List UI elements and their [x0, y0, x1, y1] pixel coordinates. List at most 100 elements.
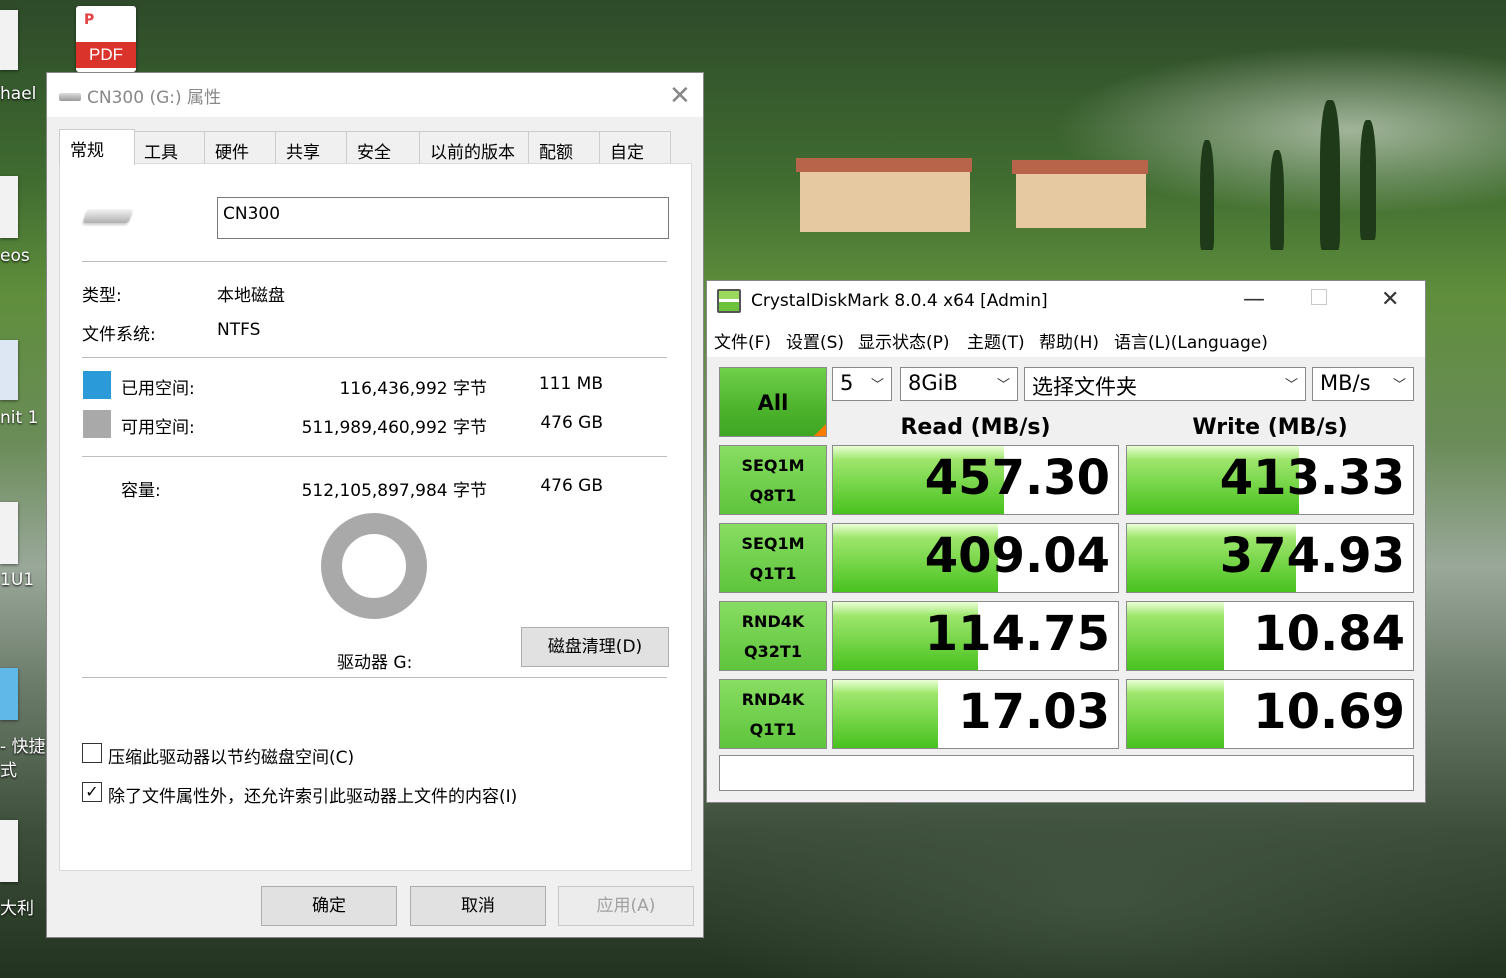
desktop-label[interactable]: - 快捷: [0, 732, 46, 757]
desktop-label[interactable]: hael: [0, 84, 36, 104]
filesystem-value: NTFS: [217, 320, 261, 340]
pdf-label: PDF: [76, 42, 136, 68]
write-result-cell: 413.33: [1126, 445, 1414, 515]
test-params: Q1T1: [749, 564, 797, 583]
run-all-button[interactable]: All: [719, 367, 827, 437]
chevron-down-icon: ﹀: [1284, 378, 1298, 393]
close-icon[interactable]: ✕: [1381, 287, 1399, 312]
properties-dialog: CN300 (G:) 属性 ✕ 工具 硬件 共享 安全 以前的版本 配额 自定义…: [46, 72, 704, 938]
read-result-cell: 17.03: [832, 679, 1119, 749]
desktop-label[interactable]: 大利: [0, 894, 34, 919]
divider: [82, 677, 667, 678]
type-value: 本地磁盘: [217, 286, 285, 306]
test-seq1m-q1t1-button[interactable]: SEQ1M Q1T1: [719, 523, 827, 593]
menu-file[interactable]: 文件(F): [714, 328, 771, 353]
tab-tools[interactable]: 工具: [133, 131, 205, 163]
index-label: 除了文件属性外，还允许索引此驱动器上文件的内容(I): [108, 787, 518, 807]
test-seq1m-q8t1-button[interactable]: SEQ1M Q8T1: [719, 445, 827, 515]
write-value: 10.84: [1253, 606, 1405, 662]
test-rnd4k-q1t1-button[interactable]: RND4K Q1T1: [719, 679, 827, 749]
ok-button[interactable]: 确定: [261, 886, 397, 926]
tab-quota[interactable]: 配额: [528, 131, 600, 163]
tab-previous-versions[interactable]: 以前的版本: [419, 131, 529, 163]
desktop-file-icon[interactable]: [0, 176, 18, 238]
write-result-cell: 10.69: [1126, 679, 1414, 749]
menu-help[interactable]: 帮助(H): [1039, 328, 1099, 353]
read-result-cell: 114.75: [832, 601, 1119, 671]
crystaldiskmark-window: CrystalDiskMark 8.0.4 x64 [Admin] — ✕ 文件…: [706, 280, 1426, 803]
read-value: 17.03: [958, 684, 1110, 740]
filesystem-label: 文件系统:: [82, 325, 156, 345]
read-value: 114.75: [924, 606, 1110, 662]
apply-button[interactable]: 应用(A): [558, 886, 694, 926]
write-result-cell: 10.84: [1126, 601, 1414, 671]
menu-status[interactable]: 显示状态(P): [858, 328, 950, 353]
desktop-label[interactable]: 1U1: [0, 570, 34, 590]
titlebar[interactable]: CrystalDiskMark 8.0.4 x64 [Admin] — ✕: [707, 281, 1425, 321]
test-params: Q8T1: [749, 486, 797, 505]
test-rnd4k-q32t1-button[interactable]: RND4K Q32T1: [719, 601, 827, 671]
maximize-icon[interactable]: [1311, 289, 1327, 305]
menu-language[interactable]: 语言(L)(Language): [1114, 328, 1268, 353]
free-space-bytes: 511,989,460,992 字节: [301, 418, 487, 438]
tab-general[interactable]: 常规: [59, 129, 135, 165]
titlebar[interactable]: CN300 (G:) 属性 ✕: [47, 73, 703, 117]
test-params: Q32T1: [744, 642, 802, 661]
compress-checkbox[interactable]: [82, 743, 102, 763]
corner-marker-icon: [814, 424, 826, 436]
menu-theme[interactable]: 主题(T): [967, 328, 1025, 353]
wallpaper-villa: [1016, 172, 1146, 228]
desktop-file-icon[interactable]: [0, 502, 18, 564]
wallpaper-villa: [800, 170, 970, 232]
close-icon[interactable]: ✕: [669, 83, 691, 109]
cancel-button[interactable]: 取消: [410, 886, 546, 926]
pdf-file-icon[interactable]: P PDF: [76, 6, 136, 72]
desktop-file-icon[interactable]: [0, 10, 18, 70]
write-bar: [1127, 602, 1225, 670]
desktop-label[interactable]: nit 1: [0, 408, 38, 428]
desktop-label[interactable]: eos: [0, 246, 30, 266]
disk-cleanup-button[interactable]: 磁盘清理(D): [521, 627, 669, 667]
desktop-doc-icon[interactable]: [0, 820, 18, 882]
chevron-down-icon: ﹀: [996, 378, 1010, 393]
wallpaper-cypress: [1360, 120, 1376, 240]
used-space-label: 已用空间:: [121, 379, 195, 399]
wallpaper-cypress: [1200, 140, 1214, 250]
target-folder-value: 选择文件夹: [1032, 375, 1137, 399]
target-folder-select[interactable]: 选择文件夹 ﹀: [1024, 367, 1306, 401]
test-name: SEQ1M: [741, 534, 805, 553]
chevron-down-icon: ﹀: [870, 378, 884, 393]
tab-customize[interactable]: 自定义: [599, 131, 671, 188]
menu-settings[interactable]: 设置(S): [786, 328, 844, 353]
comment-input[interactable]: [719, 755, 1414, 791]
test-name: SEQ1M: [741, 456, 805, 475]
tab-sharing[interactable]: 共享: [275, 131, 347, 163]
drive-letter-label: 驱动器 G:: [337, 653, 413, 673]
desktop-pc-icon[interactable]: [0, 668, 18, 720]
tab-hardware[interactable]: 硬件: [204, 131, 276, 163]
capacity-size: 476 GB: [540, 476, 603, 496]
index-checkbox[interactable]: ✓: [82, 782, 102, 802]
read-value: 409.04: [924, 528, 1110, 584]
read-value: 457.30: [924, 450, 1110, 506]
divider: [82, 261, 667, 262]
tab-security[interactable]: 安全: [346, 131, 420, 163]
test-params: Q1T1: [749, 720, 797, 739]
used-space-swatch: [83, 371, 111, 399]
desktop-file-icon[interactable]: [0, 340, 18, 400]
test-size-select[interactable]: 8GiB ﹀: [900, 367, 1018, 401]
read-column-header: Read (MB/s): [900, 415, 1051, 440]
desktop-label[interactable]: 式: [0, 756, 17, 781]
test-count-value: 5: [840, 371, 854, 395]
benchmark-panel: All 5 ﹀ 8GiB ﹀ 选择文件夹 ﹀ MB/s ﹀ Read (MB/s) Wr…: [707, 357, 1425, 802]
window-title: CN300 (G:) 属性: [87, 88, 222, 108]
unit-select[interactable]: MB/s ﹀: [1312, 367, 1414, 401]
pdf-letter: P: [84, 12, 95, 28]
run-all-label: All: [757, 391, 789, 415]
minimize-icon[interactable]: —: [1243, 287, 1265, 312]
test-count-select[interactable]: 5 ﹀: [832, 367, 892, 401]
volume-name-input[interactable]: CN300: [217, 197, 669, 239]
divider: [82, 456, 667, 457]
wallpaper-roof: [1012, 160, 1148, 174]
read-result-cell: 409.04: [832, 523, 1119, 593]
